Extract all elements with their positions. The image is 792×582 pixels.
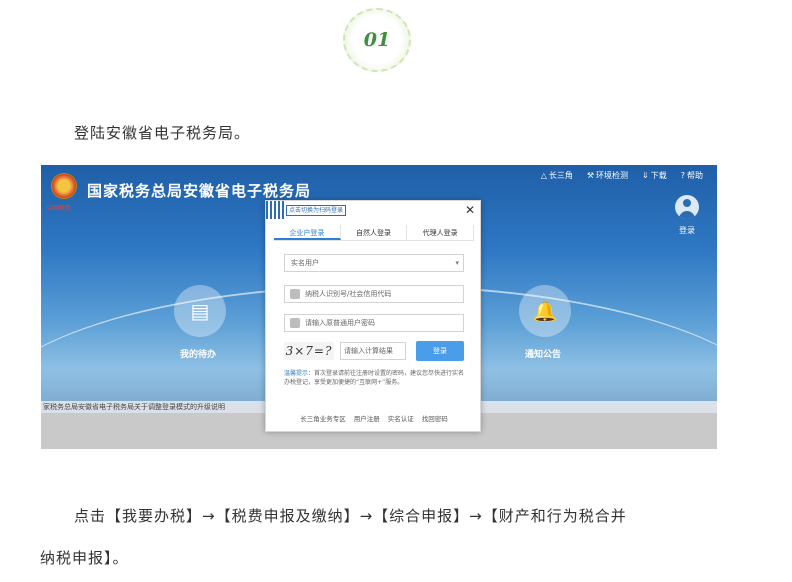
user-avatar-icon[interactable] [675, 195, 699, 219]
captcha-image[interactable]: 3×7=? [284, 342, 334, 360]
triangle-icon: △ [540, 171, 547, 180]
download-icon: ⇓ [642, 171, 649, 180]
login-link[interactable]: 登录 [679, 225, 695, 236]
tax-id-input[interactable]: 纳税人识别号/社会信用代码 [284, 285, 464, 303]
login-button[interactable]: 登录 [416, 341, 464, 361]
link-verify[interactable]: 实名认证 [388, 413, 414, 423]
qr-code-icon[interactable] [266, 201, 284, 219]
link-register[interactable]: 用户注册 [354, 413, 380, 423]
tab-individual[interactable]: 自然人登录 [341, 225, 408, 240]
link-yangtze-zone[interactable]: 长三角业务专区 [300, 413, 346, 423]
user-type-select[interactable]: 实名用户 [284, 254, 464, 272]
top-link-help[interactable]: ? 帮助 [681, 170, 703, 181]
article-page: 01 登陆安徽省电子税务局。 中国税务 国家税务总局安徽省电子税务局 △ 长三角 … [0, 0, 792, 582]
step-number: 01 [363, 29, 391, 51]
tab-agent[interactable]: 代理人登录 [407, 225, 475, 240]
tax-site-screenshot: 中国税务 国家税务总局安徽省电子税务局 △ 长三角 ⚒ 环境检测 ⇓ 下载 ? 帮助 登… [41, 165, 717, 449]
instruction-navigation: 点击【我要办税】→【税费申报及缴纳】→【综合申报】→【财产和行为税合并 [74, 507, 627, 525]
todo-label: 我的待办 [180, 350, 217, 360]
person-icon [290, 289, 300, 299]
top-link-yangtze[interactable]: △ 长三角 [541, 170, 573, 181]
emblem-caption: 中国税务 [47, 205, 72, 212]
close-icon[interactable]: ✕ [465, 203, 475, 217]
instruction-login: 登陆安徽省电子税务局。 [74, 124, 251, 142]
site-title: 国家税务总局安徽省电子税务局 [87, 182, 312, 200]
lock-icon [290, 318, 300, 328]
warm-tip: 温馨提示：首次登录请前往注册时设置的密码，建议您尽快进行实名办税登记，享受更加便… [284, 369, 466, 387]
document-icon: ▤ [190, 299, 210, 323]
top-link-env-check[interactable]: ⚒ 环境检测 [587, 170, 628, 181]
link-recover-password[interactable]: 找回密码 [422, 413, 448, 423]
modal-footer-links: 长三角业务专区 用户注册 实名认证 找回密码 [266, 413, 482, 423]
help-icon: ? [680, 171, 685, 180]
wrench-icon: ⚒ [586, 171, 595, 180]
top-links: △ 长三角 ⚒ 环境检测 ⇓ 下载 ? 帮助 [541, 170, 703, 181]
top-link-download[interactable]: ⇓ 下载 [642, 170, 667, 181]
todo-button[interactable]: ▤ [174, 285, 226, 337]
login-tabs: 企业户登录 自然人登录 代理人登录 [274, 225, 475, 241]
tab-enterprise[interactable]: 企业户登录 [274, 225, 341, 240]
tax-emblem-icon [51, 173, 77, 199]
instruction-navigation-end: 纳税申报】。 [40, 549, 129, 567]
qr-login-tip[interactable]: 点击切换为扫码登录 [286, 205, 347, 216]
bell-icon: 🔔 [532, 299, 558, 323]
warm-tip-label: 温馨提示： [284, 370, 315, 377]
notice-button[interactable]: 🔔 [519, 285, 571, 337]
captcha-input[interactable]: 请输入计算结果 [340, 342, 406, 360]
password-input[interactable]: 请输入原普通用户密码 [284, 314, 464, 332]
notice-label: 通知公告 [525, 350, 562, 360]
step-badge: 01 [343, 8, 411, 72]
login-modal: 点击切换为扫码登录 ✕ 企业户登录 自然人登录 代理人登录 实名用户 纳税人识别… [265, 200, 481, 432]
